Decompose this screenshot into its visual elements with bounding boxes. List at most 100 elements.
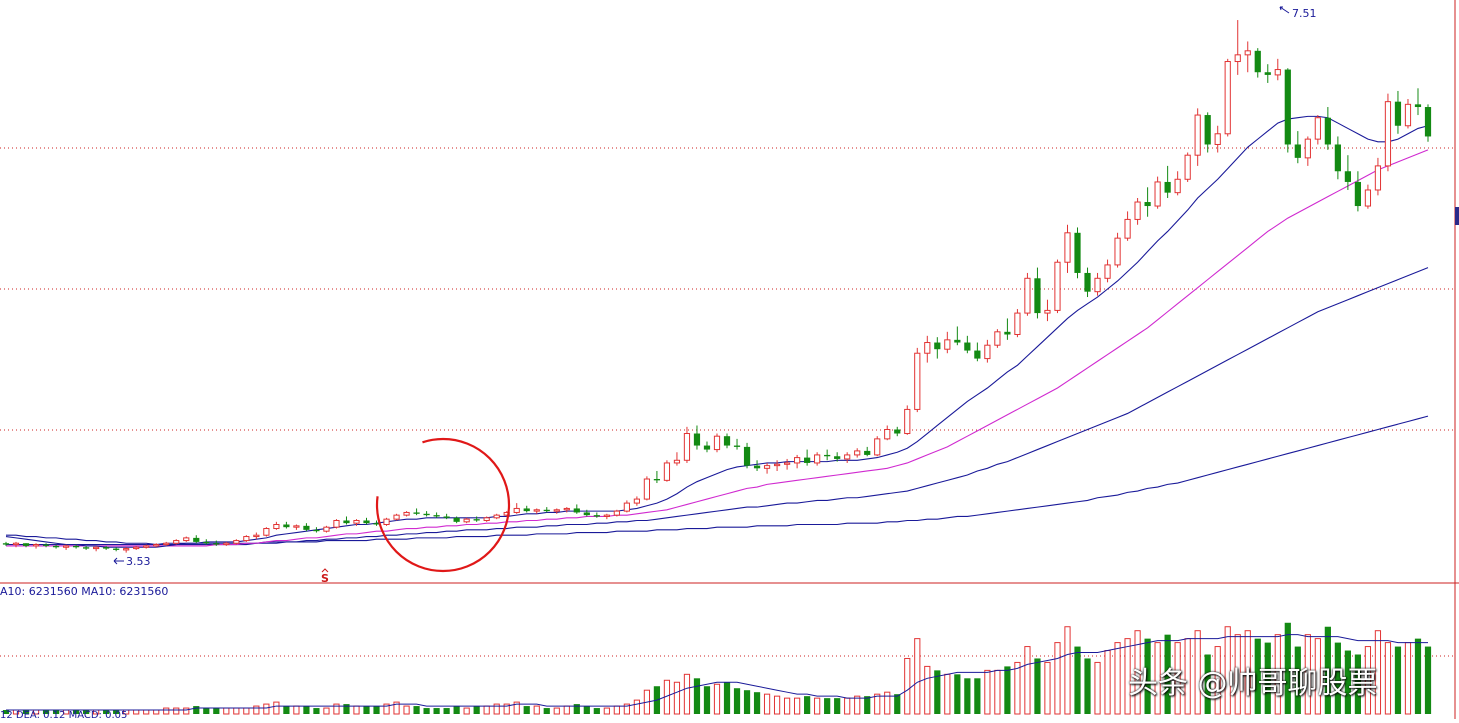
candle-body (1154, 181, 1161, 207)
volume-bar (473, 706, 480, 714)
candle (914, 347, 921, 413)
candle (293, 524, 300, 530)
volume-bar (954, 674, 961, 714)
candle-body (233, 540, 240, 544)
candle-body (253, 534, 260, 538)
candle-body (623, 502, 630, 512)
candle-body (493, 514, 500, 519)
candle-body (443, 516, 450, 518)
candle-body (1104, 264, 1111, 279)
candle (1214, 125, 1221, 153)
volume-bar (944, 673, 951, 715)
candle (984, 339, 991, 363)
volume-bar (453, 706, 460, 714)
candle-body (643, 478, 651, 500)
candle-body (1324, 117, 1331, 145)
candle-body (363, 520, 370, 524)
low-price-label: 3.53 (126, 555, 151, 568)
candle (934, 337, 941, 359)
candle (543, 507, 550, 513)
candle-body (213, 543, 220, 545)
volume-bar (814, 697, 821, 715)
candle (1294, 131, 1301, 164)
volume-bar (743, 690, 751, 714)
candle-body (723, 436, 731, 446)
volume-bar (763, 693, 771, 715)
volume-bar (733, 688, 741, 714)
candle-body (12, 542, 20, 546)
candle (693, 425, 701, 450)
volume-bar (363, 706, 370, 714)
candle-body (1004, 331, 1011, 335)
candle-body (1384, 101, 1392, 167)
candle (1024, 272, 1031, 316)
candle-body (854, 450, 861, 456)
volume-bar (533, 705, 540, 715)
candle-body (1394, 101, 1402, 126)
volume-bar (974, 678, 981, 714)
candle (1104, 259, 1111, 283)
candle (673, 452, 681, 466)
candle-body (113, 548, 120, 550)
volume-bar (1034, 658, 1041, 714)
candle (1094, 272, 1101, 296)
candle (1404, 98, 1412, 129)
candle-body (974, 350, 981, 359)
candle-body (133, 546, 140, 550)
candle (1044, 299, 1051, 322)
volume-bar (1054, 642, 1061, 715)
candle-body (1334, 144, 1341, 172)
candle (1134, 198, 1141, 225)
candle-body (984, 344, 991, 360)
volume-bar (964, 678, 971, 714)
candle (1114, 232, 1121, 268)
candle-body (463, 518, 470, 523)
volume-bar (1414, 638, 1422, 714)
candle-body (683, 433, 691, 461)
volume-bar (1084, 658, 1091, 714)
volume-bar (543, 708, 550, 714)
volume-bar (633, 699, 640, 715)
volume-bar (273, 701, 280, 715)
volume-bar (914, 638, 921, 715)
candle (924, 335, 931, 363)
candle (1184, 152, 1191, 182)
candle-body (613, 510, 620, 516)
volume-bar (1044, 661, 1051, 715)
candle-body (183, 537, 190, 542)
candle-body (834, 456, 841, 459)
candle (433, 512, 440, 518)
stock-chart-stage: 7.51 3.53 S A10: 6231560 MA10: 6231560 1… (0, 0, 1459, 721)
candle (753, 460, 761, 471)
candle (523, 505, 530, 513)
candle-body (994, 331, 1001, 346)
candle-body (914, 352, 921, 410)
candle (533, 508, 540, 514)
volume-bar (263, 703, 270, 715)
volume-bar (423, 708, 430, 714)
candle-body (1114, 237, 1121, 266)
volume-bar (443, 708, 450, 714)
ma-fast-series (5, 115, 1429, 548)
candle (52, 544, 60, 549)
candle-body (1374, 165, 1382, 191)
candle-body (143, 545, 150, 548)
candle (283, 521, 290, 529)
volume-bar (854, 695, 861, 715)
candle (1334, 136, 1341, 180)
candle-body (1034, 278, 1041, 314)
volume-bar (824, 698, 831, 714)
candle (1034, 267, 1041, 319)
candle-body (513, 507, 520, 513)
volume-bar (323, 707, 330, 715)
candle (273, 521, 280, 530)
candle-body (653, 479, 661, 481)
volume-bar (1024, 646, 1031, 715)
candle (1364, 184, 1372, 209)
volume-bar (153, 709, 160, 715)
candle-body (1264, 72, 1271, 75)
volume-bar (233, 707, 240, 715)
candle-body (423, 513, 430, 516)
volume-bar (1404, 642, 1412, 715)
candle-body (783, 462, 791, 465)
